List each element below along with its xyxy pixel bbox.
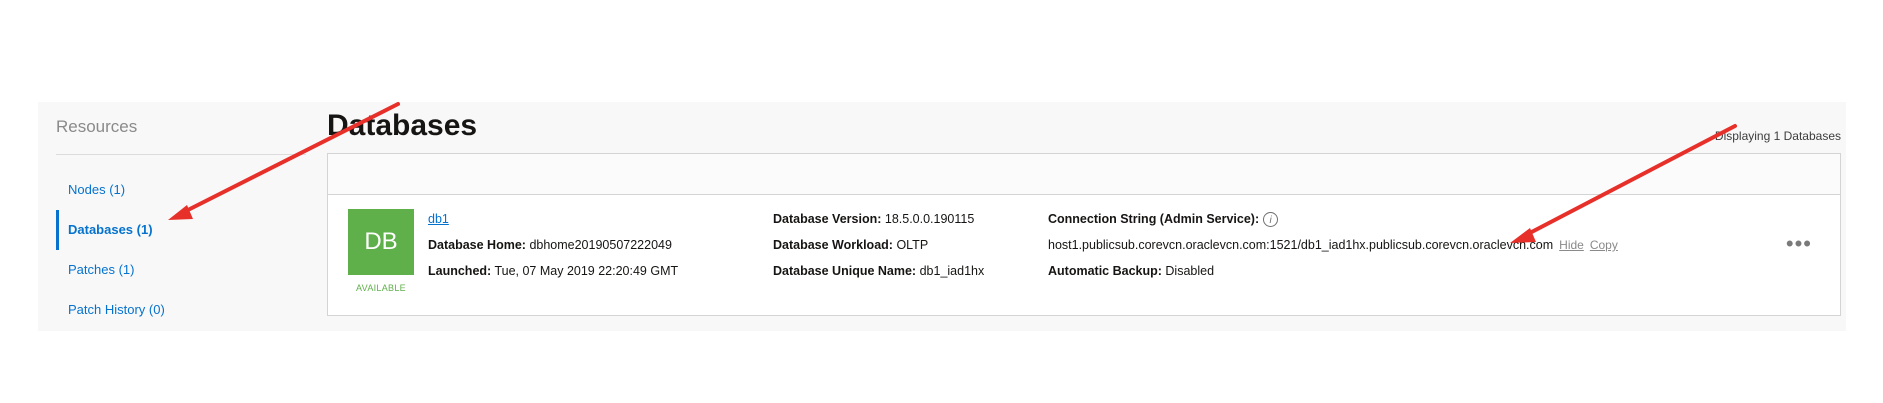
resources-title: Resources: [56, 117, 138, 136]
info-icon[interactable]: i: [1263, 212, 1279, 228]
resources-sidebar: Resources Nodes (1) Databases (1) Patche…: [56, 112, 306, 317]
database-workload-value: OLTP: [896, 238, 929, 252]
launched-value: Tue, 07 May 2019 22:20:49 GMT: [494, 264, 679, 278]
database-unique-name-value: db1_iad1hx: [919, 264, 985, 278]
hide-link[interactable]: Hide: [1559, 238, 1584, 252]
databases-table: DB AVAILABLE db1 Database Home: dbhome20…: [327, 153, 1841, 316]
database-version-column: Database Version: 18.5.0.0.190115 Databa…: [773, 206, 984, 284]
database-version-value: 18.5.0.0.190115: [884, 212, 975, 226]
connection-string-label: Connection String (Admin Service):: [1048, 212, 1260, 226]
status-badge: AVAILABLE: [356, 283, 406, 293]
resources-nav: Nodes (1) Databases (1) Patches (1) Patc…: [56, 170, 306, 330]
actions-menu-icon[interactable]: •••: [1786, 231, 1812, 257]
table-header: [328, 154, 1840, 195]
automatic-backup-value: Disabled: [1165, 264, 1215, 278]
database-home-value: dbhome20190507222049: [529, 238, 672, 252]
database-name-link[interactable]: db1: [428, 212, 449, 226]
sidebar-item-nodes[interactable]: Nodes (1): [56, 170, 306, 210]
table-row: DB AVAILABLE db1 Database Home: dbhome20…: [328, 195, 1840, 317]
launched-label: Launched:: [428, 264, 492, 278]
database-unique-name-label: Database Unique Name:: [773, 264, 917, 278]
automatic-backup-label: Automatic Backup:: [1048, 264, 1162, 278]
records-count: Displaying 1 Databases: [1714, 129, 1841, 143]
connection-column: Connection String (Admin Service): i host…: [1048, 206, 1618, 284]
copy-link[interactable]: Copy: [1590, 238, 1618, 252]
connection-string-value: host1.publicsub.corevcn.oraclevcn.com:15…: [1048, 238, 1554, 252]
database-version-label: Database Version:: [773, 212, 882, 226]
page-title: Databases: [327, 109, 478, 142]
sidebar-item-patches[interactable]: Patches (1): [56, 250, 306, 290]
sidebar-divider: [56, 154, 306, 155]
database-icon: DB: [348, 209, 414, 275]
sidebar-item-patch-history[interactable]: Patch History (0): [56, 290, 306, 330]
database-workload-label: Database Workload:: [773, 238, 893, 252]
database-home-label: Database Home:: [428, 238, 526, 252]
sidebar-item-databases[interactable]: Databases (1): [56, 210, 306, 250]
database-info-column: db1 Database Home: dbhome20190507222049 …: [428, 206, 678, 284]
